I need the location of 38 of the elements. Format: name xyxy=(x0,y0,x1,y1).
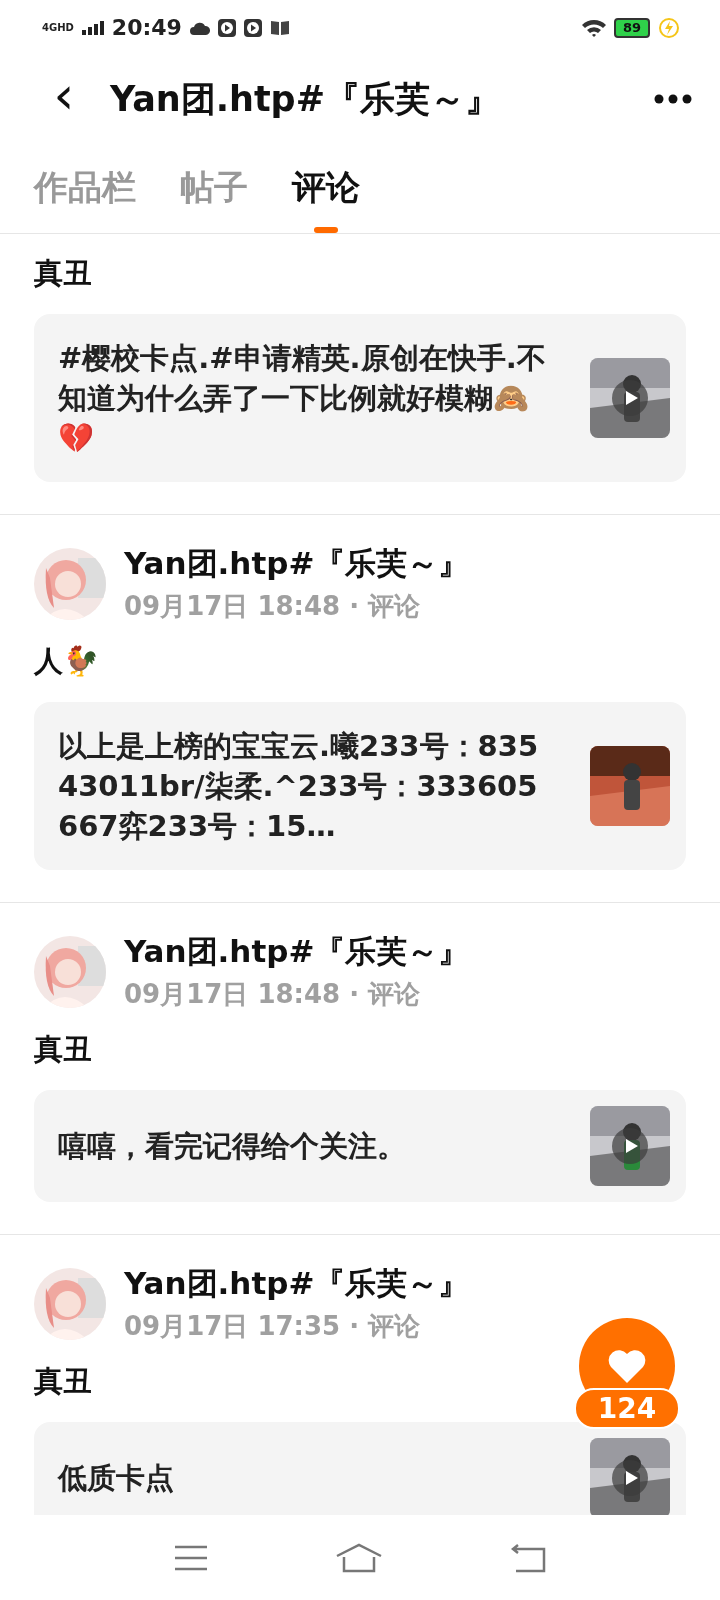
quoted-post-text: 以上是上榜的宝宝云.曦233号：83543011br/柒柔.^233号：333605667弈233号：15… xyxy=(58,728,540,845)
comment-text: 真丑 xyxy=(34,1363,92,1400)
quoted-post-text: 嘻嘻，看完记得给个关注。 xyxy=(58,1128,407,1165)
quoted-post-card[interactable]: 低质卡点 xyxy=(34,1422,686,1515)
author-name[interactable]: Yan团.htp#『乐芙～』 xyxy=(124,543,470,585)
book-icon xyxy=(269,19,290,36)
author-name[interactable]: Yan团.htp#『乐芙～』 xyxy=(124,1263,470,1305)
play-icon[interactable] xyxy=(612,380,648,416)
quoted-post-text: 低质卡点 xyxy=(58,1460,175,1497)
play-icon xyxy=(243,18,262,37)
page-title: Yan团.htp#『乐芙～』 xyxy=(110,77,501,121)
author-name[interactable]: Yan团.htp#『乐芙～』 xyxy=(124,931,470,973)
play-icon[interactable] xyxy=(612,1460,648,1496)
play-icon[interactable] xyxy=(612,1128,648,1164)
network-type: 4GHD xyxy=(42,22,74,33)
signal-icon xyxy=(81,20,104,35)
tab[interactable]: 评论 xyxy=(292,143,360,233)
comment-text: 人🐓 xyxy=(34,643,99,680)
wifi-icon xyxy=(581,18,606,37)
quoted-post-card[interactable]: 嘻嘻，看完记得给个关注。 xyxy=(34,1090,686,1202)
more-icon[interactable] xyxy=(654,94,692,104)
comment-meta: 09月17日 17:35 · 评论 xyxy=(124,1310,422,1343)
quoted-post-text: #樱校卡点.#申请精英.原创在快手.不知道为什么弄了一下比例就好模糊🙈💔 xyxy=(58,340,547,457)
quoted-post-card[interactable]: 以上是上榜的宝宝云.曦233号：83543011br/柒柔.^233号：333605667弈233号：15… xyxy=(34,702,686,870)
battery-icon: 89 xyxy=(613,17,650,38)
comment-meta: 09月17日 18:48 · 评论 xyxy=(124,978,422,1011)
comment-text: 真丑 xyxy=(34,255,92,292)
clock: 20:49 xyxy=(111,15,182,40)
cloud-icon xyxy=(189,20,210,35)
home-icon[interactable] xyxy=(335,1542,383,1573)
heart-icon xyxy=(607,1348,647,1384)
comment-text: 真丑 xyxy=(34,1031,92,1068)
comment-meta: 09月17日 18:48 · 评论 xyxy=(124,590,422,623)
menu-icon[interactable] xyxy=(173,1544,208,1571)
quoted-post-card[interactable]: #樱校卡点.#申请精英.原创在快手.不知道为什么弄了一下比例就好模糊🙈💔 xyxy=(34,314,686,482)
return-icon[interactable] xyxy=(510,1542,547,1573)
back-button[interactable]: ‹ xyxy=(44,69,84,129)
play-icon xyxy=(217,18,236,37)
